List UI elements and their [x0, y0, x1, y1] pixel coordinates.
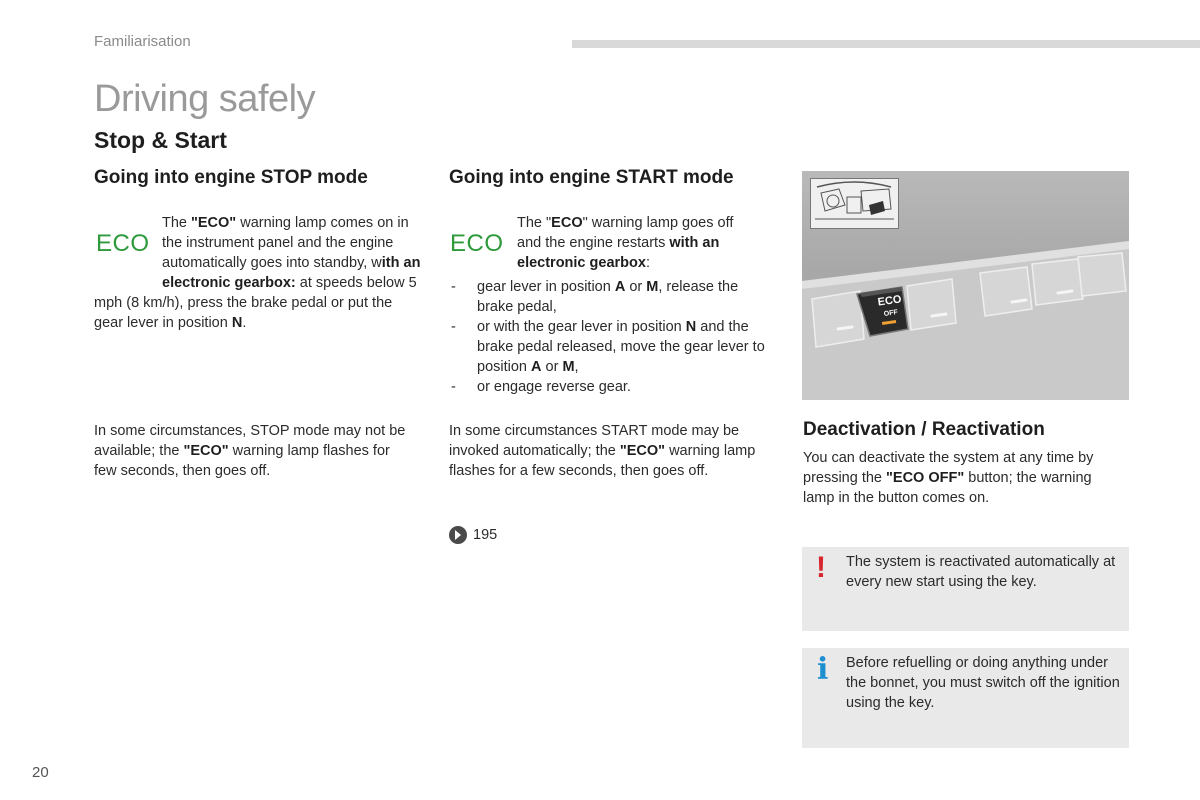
info-note-text: Before refuelling or doing anything unde…	[846, 655, 1120, 711]
deactivation-heading: Deactivation / Reactivation	[803, 419, 1045, 440]
page-reference-link[interactable]: 195	[449, 526, 497, 544]
page-subtitle: Stop & Start	[94, 127, 227, 153]
dashboard-diagram-icon	[815, 181, 894, 220]
list-item: or engage reverse gear.	[449, 377, 774, 397]
list-item: or with the gear lever in position N and…	[449, 317, 774, 377]
warning-exclamation-icon: !	[816, 551, 826, 584]
page-title: Driving safely	[94, 78, 316, 120]
page-reference-icon	[449, 526, 467, 544]
section-label: Familiarisation	[94, 33, 191, 50]
start-mode-note: In some circumstances START mode may be …	[449, 423, 756, 479]
warning-note-text: The system is reactivated automatically …	[846, 554, 1116, 590]
deactivation-description: You can deactivate the system at any tim…	[803, 450, 1094, 506]
warning-note-box: ! The system is reactivated automaticall…	[802, 547, 1129, 631]
stop-mode-note: In some circumstances, STOP mode may not…	[94, 423, 406, 479]
stop-mode-description: The "ECO" warning lamp comes on in the i…	[94, 213, 421, 331]
start-conditions-list: gear lever in position A or M, release t…	[449, 277, 774, 397]
icon-spacer	[94, 213, 162, 293]
page-reference-number: 195	[473, 527, 498, 543]
header-rule	[572, 40, 1200, 48]
start-mode-description: The "ECO" warning lamp goes off and the …	[517, 215, 734, 271]
list-item: gear lever in position A or M, release t…	[449, 277, 774, 317]
info-note-box: i Before refuelling or doing anything un…	[802, 648, 1129, 748]
dashboard-location-inset	[810, 178, 899, 229]
stop-mode-heading: Going into engine STOP mode	[94, 167, 368, 188]
page-number: 20	[32, 764, 49, 781]
eco-lamp-icon: ECO	[450, 230, 504, 257]
info-icon: i	[817, 652, 829, 687]
start-mode-heading: Going into engine START mode	[449, 167, 734, 188]
